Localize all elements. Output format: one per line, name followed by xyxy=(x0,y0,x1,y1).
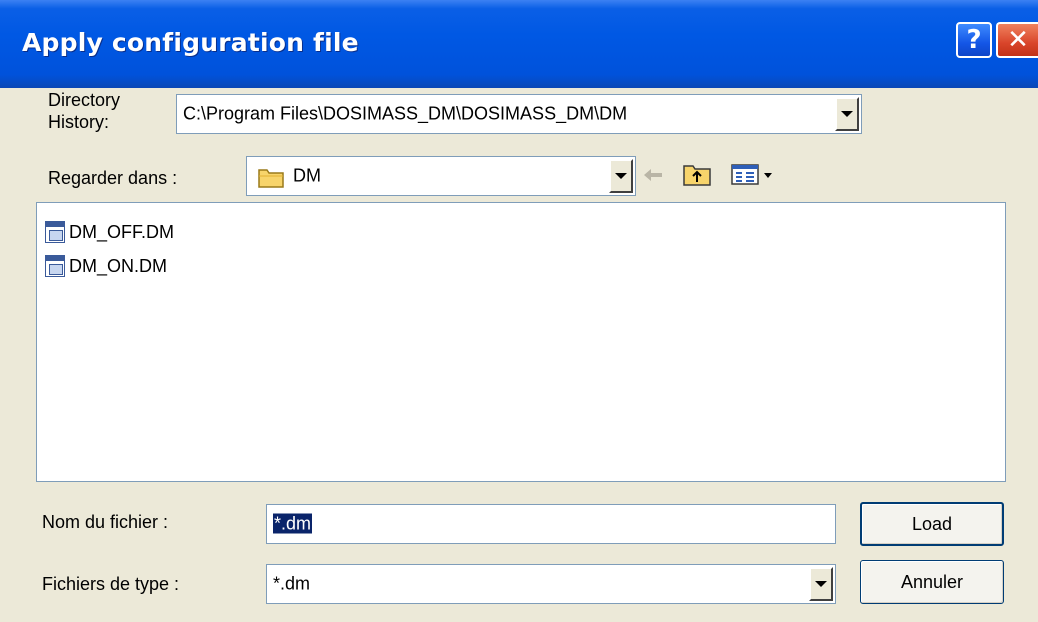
title-bar[interactable]: Apply configuration file ? ✕ xyxy=(0,0,1038,88)
directory-history-value: C:\Program Files\DOSIMASS_DM\DOSIMASS_DM… xyxy=(183,103,628,124)
look-in-label: Regarder dans : xyxy=(48,168,178,188)
file-icon xyxy=(45,255,65,277)
file-name-label: Nom du fichier : xyxy=(42,512,169,532)
chevron-down-icon xyxy=(841,111,853,117)
chevron-down-icon xyxy=(615,173,627,179)
load-button[interactable]: Load xyxy=(860,502,1004,546)
help-icon: ? xyxy=(966,25,982,55)
load-button-label: Load xyxy=(911,513,953,534)
close-icon: ✕ xyxy=(1007,25,1029,55)
file-name: DM_OFF.DM xyxy=(69,221,174,242)
file-list[interactable]: DM_OFF.DM DM_ON.DM xyxy=(36,202,1006,482)
file-type-combo[interactable]: *.dm xyxy=(266,564,836,604)
list-item[interactable]: DM_OFF.DM xyxy=(45,219,174,245)
file-icon xyxy=(45,221,65,243)
window-title: Apply configuration file xyxy=(22,28,359,57)
view-menu-icon[interactable] xyxy=(730,162,776,186)
folder-icon xyxy=(258,169,284,188)
file-type-dropdown-button[interactable] xyxy=(809,567,833,601)
look-in-combo[interactable]: DM xyxy=(246,156,636,196)
look-in-value: DM xyxy=(293,165,321,186)
look-in-dropdown-button[interactable] xyxy=(609,159,633,193)
close-button[interactable]: ✕ xyxy=(996,22,1038,58)
list-item[interactable]: DM_ON.DM xyxy=(45,253,167,279)
directory-history-dropdown-button[interactable] xyxy=(835,97,859,131)
cancel-button[interactable]: Annuler xyxy=(860,560,1004,604)
file-type-value: *.dm xyxy=(273,573,311,594)
back-arrow-icon[interactable] xyxy=(642,166,664,184)
cancel-button-label: Annuler xyxy=(900,571,964,592)
directory-history-label: Directory History: xyxy=(48,90,121,132)
chevron-down-icon xyxy=(815,581,827,587)
help-button[interactable]: ? xyxy=(956,22,992,58)
file-name-field[interactable]: *.dm xyxy=(266,504,836,544)
up-folder-icon[interactable] xyxy=(682,161,712,187)
file-name: DM_ON.DM xyxy=(69,255,167,276)
file-type-label: Fichiers de type : xyxy=(42,574,180,594)
directory-history-combo[interactable]: C:\Program Files\DOSIMASS_DM\DOSIMASS_DM… xyxy=(176,94,862,134)
file-name-value: *.dm xyxy=(273,513,313,534)
